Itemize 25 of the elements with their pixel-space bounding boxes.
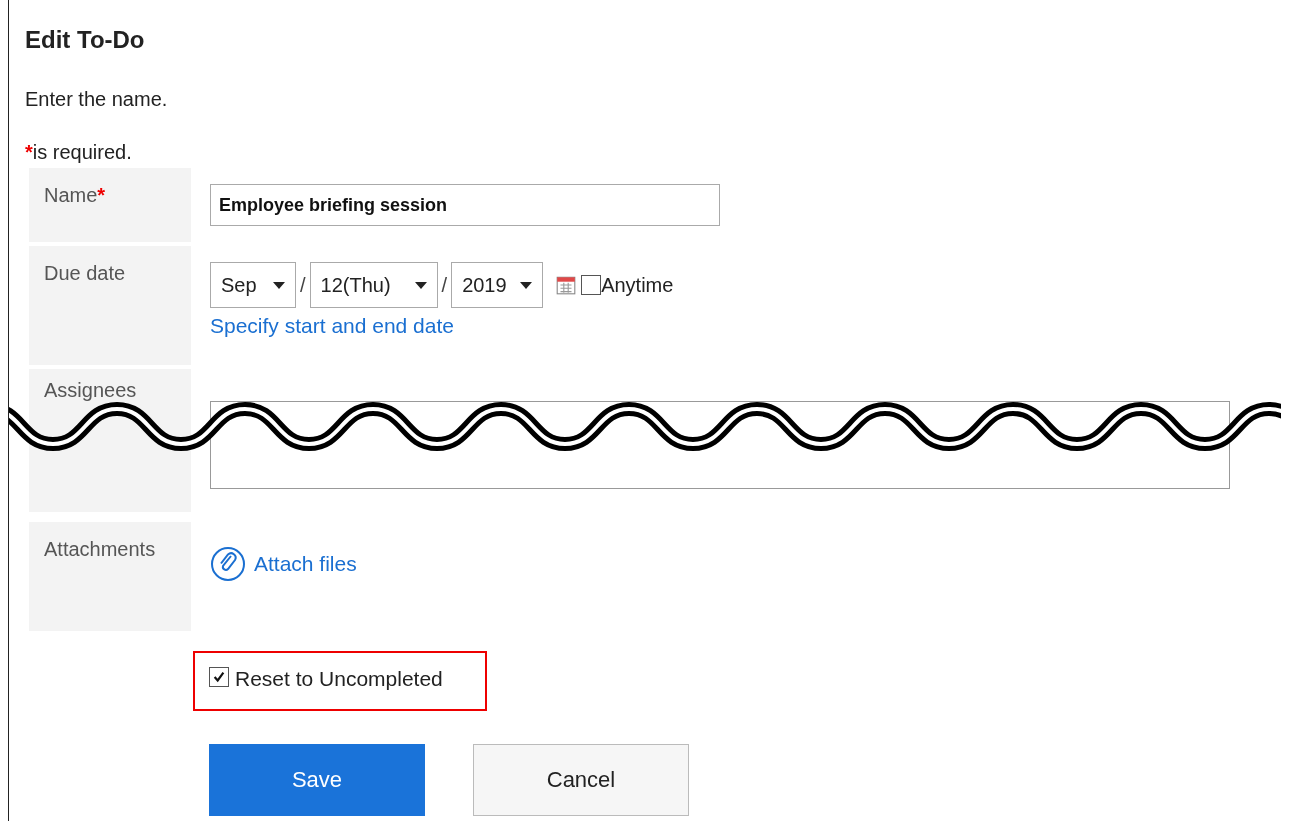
reset-checkbox[interactable] bbox=[209, 667, 229, 687]
reset-label: Reset to Uncompleted bbox=[235, 667, 443, 691]
name-input-field[interactable]: Employee briefing session bbox=[210, 184, 720, 226]
date-separator: / bbox=[300, 273, 306, 297]
day-dropdown[interactable]: 12(Thu) bbox=[309, 262, 438, 308]
required-mark: * bbox=[97, 184, 106, 206]
date-separator: / bbox=[441, 273, 448, 297]
field-label-cell: Attachments bbox=[29, 522, 191, 631]
attach-files-link[interactable]: Attach files bbox=[254, 552, 357, 576]
calendar-icon[interactable] bbox=[555, 274, 578, 296]
field-label-cell: Name* bbox=[29, 168, 191, 242]
save-button[interactable]: Save bbox=[209, 744, 425, 816]
required-mark: * bbox=[25, 141, 33, 163]
month-dropdown[interactable]: Sep bbox=[210, 262, 296, 308]
instruction-text: Enter the name. bbox=[25, 88, 169, 111]
checkmark-icon bbox=[212, 670, 226, 684]
page-title: Edit To-Do bbox=[25, 26, 146, 54]
required-note: is required. bbox=[32, 141, 132, 163]
specify-dates-link[interactable]: Specify start and end date bbox=[210, 314, 1277, 338]
anytime-checkbox[interactable] bbox=[581, 275, 602, 295]
field-label-cell: Due date bbox=[29, 246, 191, 365]
year-dropdown[interactable]: 2019 bbox=[451, 262, 544, 308]
paperclip-icon[interactable] bbox=[210, 546, 246, 582]
cancel-button[interactable]: Cancel bbox=[473, 744, 689, 816]
anytime-label: Anytime bbox=[601, 273, 674, 297]
